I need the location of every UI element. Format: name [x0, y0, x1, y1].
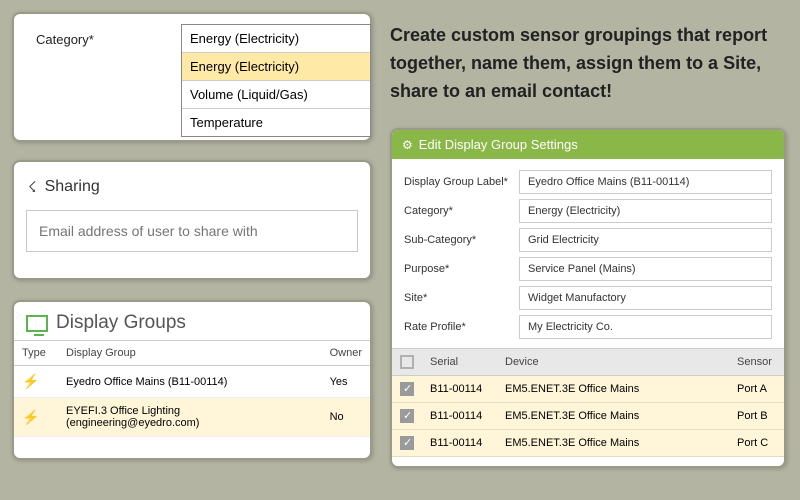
edit-group-panel: ⚙ Edit Display Group Settings Display Gr…: [390, 128, 786, 468]
edit-panel-header-text: Edit Display Group Settings: [419, 137, 578, 152]
subcategory-input[interactable]: Grid Electricity: [519, 228, 772, 252]
category-option[interactable]: Volume (Liquid/Gas): [182, 81, 370, 109]
caption-text: Create custom sensor groupings that repo…: [390, 22, 780, 106]
col-serial[interactable]: Serial: [422, 349, 497, 376]
cell-sensor: Port B: [729, 403, 784, 430]
col-device[interactable]: Device: [497, 349, 729, 376]
field-label: Display Group Label*: [404, 176, 519, 188]
cell-device: EM5.ENET.3E Office Mains: [497, 376, 729, 403]
category-option[interactable]: Temperature: [182, 109, 370, 136]
cell-sensor: Port C: [729, 430, 784, 457]
category-dropdown[interactable]: Energy (Electricity) Energy (Electricity…: [181, 24, 371, 137]
category-option[interactable]: Energy (Electricity): [182, 53, 370, 81]
site-input[interactable]: Widget Manufactory: [519, 286, 772, 310]
cell-sensor: Port A: [729, 376, 784, 403]
display-groups-title: Display Groups: [14, 302, 370, 340]
table-row[interactable]: B11-00114 EM5.ENET.3E Office Mains Port …: [392, 403, 784, 430]
sharing-title-text: Sharing: [45, 178, 100, 196]
field-label: Site*: [404, 292, 519, 304]
gear-icon: ⚙: [402, 138, 413, 152]
bolt-icon: ⚡: [22, 409, 39, 425]
sharing-panel: ☇ Sharing: [12, 160, 372, 280]
category-input[interactable]: Energy (Electricity): [519, 199, 772, 223]
checkbox[interactable]: [400, 382, 414, 396]
cell-group: Eyedro Office Mains (B11-00114): [58, 366, 322, 398]
display-group-label-input[interactable]: Eyedro Office Mains (B11-00114): [519, 170, 772, 194]
display-groups-table: Type Display Group Owner ⚡ Eyedro Office…: [14, 340, 370, 437]
rate-profile-input[interactable]: My Electricity Co.: [519, 315, 772, 339]
purpose-input[interactable]: Service Panel (Mains): [519, 257, 772, 281]
display-groups-title-text: Display Groups: [56, 312, 186, 334]
sensors-table: Serial Device Sensor B11-00114 EM5.ENET.…: [392, 348, 784, 457]
checkbox[interactable]: [400, 409, 414, 423]
cell-serial: B11-00114: [422, 430, 497, 457]
table-row[interactable]: B11-00114 EM5.ENET.3E Office Mains Port …: [392, 376, 784, 403]
category-label: Category*: [36, 32, 94, 47]
share-email-input[interactable]: [26, 210, 358, 252]
monitor-icon: [26, 315, 48, 332]
field-label: Sub-Category*: [404, 234, 519, 246]
field-label: Purpose*: [404, 263, 519, 275]
table-row[interactable]: ⚡ Eyedro Office Mains (B11-00114) Yes: [14, 366, 370, 398]
cell-owner: Yes: [322, 366, 370, 398]
table-row[interactable]: ⚡ EYEFI.3 Office Lighting (engineering@e…: [14, 398, 370, 437]
edit-form: Display Group Label*Eyedro Office Mains …: [392, 159, 784, 348]
field-label: Rate Profile*: [404, 321, 519, 333]
checkbox[interactable]: [400, 436, 414, 450]
col-display-group[interactable]: Display Group: [58, 341, 322, 366]
cell-device: EM5.ENET.3E Office Mains: [497, 403, 729, 430]
edit-panel-header: ⚙ Edit Display Group Settings: [392, 130, 784, 159]
col-sensor[interactable]: Sensor: [729, 349, 784, 376]
cell-group: EYEFI.3 Office Lighting (engineering@eye…: [58, 398, 322, 437]
field-label: Category*: [404, 205, 519, 217]
cell-serial: B11-00114: [422, 403, 497, 430]
bolt-icon: ⚡: [22, 373, 39, 389]
col-type[interactable]: Type: [14, 341, 58, 366]
cell-owner: No: [322, 398, 370, 437]
category-panel: Category* Energy (Electricity) Energy (E…: [12, 12, 372, 142]
share-icon: ☇: [28, 178, 37, 196]
checkbox-all[interactable]: [400, 355, 414, 369]
col-owner[interactable]: Owner: [322, 341, 370, 366]
category-option[interactable]: Energy (Electricity): [182, 25, 370, 53]
cell-device: EM5.ENET.3E Office Mains: [497, 430, 729, 457]
cell-serial: B11-00114: [422, 376, 497, 403]
sharing-title: ☇ Sharing: [28, 178, 358, 196]
display-groups-panel: Display Groups Type Display Group Owner …: [12, 300, 372, 460]
table-row[interactable]: B11-00114 EM5.ENET.3E Office Mains Port …: [392, 430, 784, 457]
